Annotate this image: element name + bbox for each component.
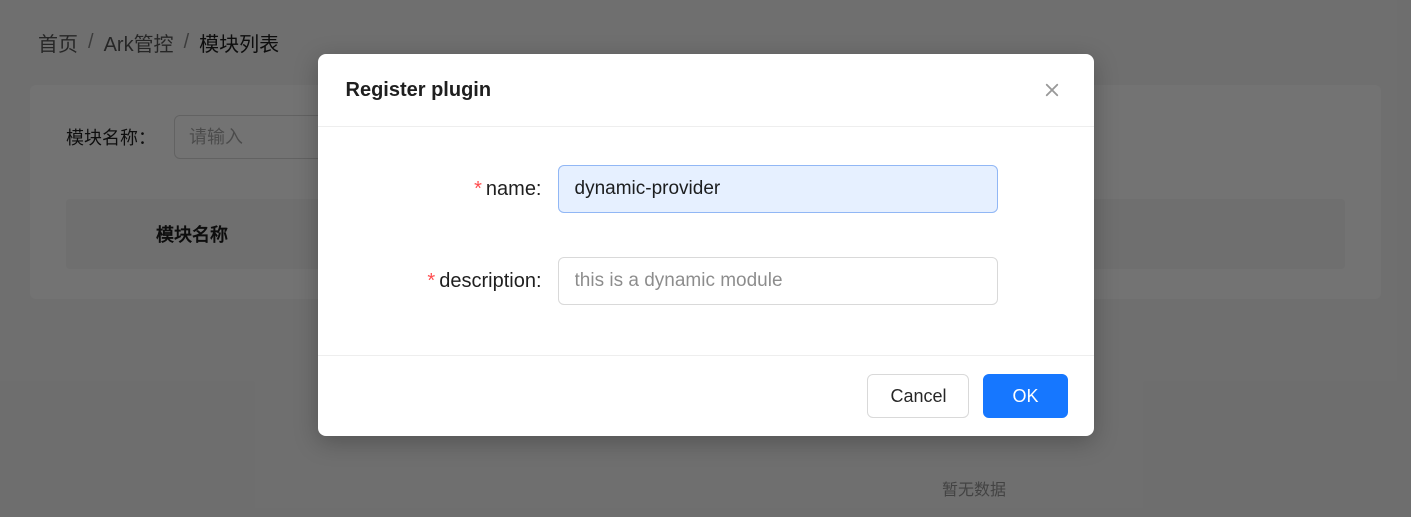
close-button[interactable]: [1038, 76, 1066, 104]
description-field[interactable]: [558, 257, 998, 305]
close-icon: [1043, 81, 1061, 99]
name-label: name:: [486, 178, 542, 200]
name-label-wrap: *name:: [368, 178, 558, 201]
description-label: description:: [439, 270, 541, 292]
form-row-name: *name:: [368, 165, 1044, 213]
form-row-description: *description:: [368, 257, 1044, 305]
required-star-icon: *: [474, 178, 482, 200]
name-field[interactable]: [558, 165, 998, 213]
cancel-button[interactable]: Cancel: [867, 374, 969, 418]
modal-overlay: Register plugin *name: *description:: [0, 0, 1411, 517]
register-plugin-modal: Register plugin *name: *description:: [318, 54, 1094, 436]
modal-footer: Cancel OK: [318, 355, 1094, 436]
modal-title: Register plugin: [346, 79, 492, 102]
modal-header: Register plugin: [318, 54, 1094, 127]
ok-button[interactable]: OK: [983, 374, 1067, 418]
required-star-icon: *: [427, 270, 435, 292]
description-label-wrap: *description:: [368, 270, 558, 293]
modal-body: *name: *description:: [318, 127, 1094, 355]
